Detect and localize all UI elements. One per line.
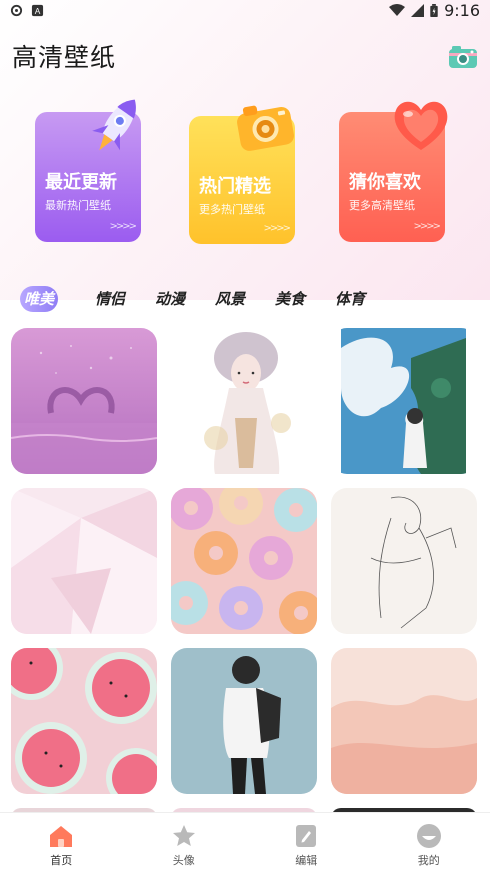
- signal-icon: [411, 3, 425, 17]
- nav-label: 头像: [172, 853, 195, 867]
- profile-icon: [416, 823, 441, 848]
- clock: 9:16: [444, 0, 480, 20]
- chevrons-icon: >>>>: [413, 221, 440, 232]
- nav-home[interactable]: 首页: [21, 823, 101, 868]
- card-title: 最近更新: [45, 172, 117, 193]
- wallpaper-thumbnail[interactable]: [331, 648, 477, 794]
- svg-text:A: A: [35, 6, 41, 16]
- wallpaper-thumbnail[interactable]: [171, 328, 317, 474]
- card-subtitle: 最新热门壁纸: [45, 199, 111, 212]
- tab-food[interactable]: 美食: [260, 286, 320, 312]
- nav-label: 编辑: [295, 853, 318, 867]
- battery-icon: [430, 3, 438, 17]
- home-icon: [50, 825, 73, 847]
- wallpaper-thumbnail[interactable]: [171, 648, 317, 794]
- card-subtitle: 更多高清壁纸: [349, 199, 415, 212]
- card-title: 猜你喜欢: [349, 172, 421, 193]
- wifi-icon: [389, 3, 406, 16]
- tab-couple[interactable]: 情侣: [80, 286, 140, 312]
- tab-sports[interactable]: 体育: [320, 286, 380, 312]
- card-subtitle: 更多热门壁纸: [199, 203, 265, 216]
- status-bar: A 9:16: [0, 0, 490, 20]
- wallpaper-thumbnail[interactable]: [171, 488, 317, 634]
- wallpaper-thumbnail[interactable]: [11, 328, 157, 474]
- camera-icon: [237, 105, 294, 151]
- nav-profile[interactable]: 我的: [389, 823, 469, 868]
- category-tabs: 唯美 情侣 动漫 风景 美食 体育: [20, 286, 380, 312]
- tab-scenery[interactable]: 风景: [200, 286, 260, 312]
- nav-label: 我的: [417, 853, 440, 867]
- wallpaper-grid: [11, 328, 479, 818]
- card-title: 热门精选: [199, 176, 271, 197]
- app-header: 高清壁纸: [12, 36, 478, 76]
- bottom-navigation: 首页 头像 编辑 我的: [0, 812, 490, 877]
- tab-anime[interactable]: 动漫: [140, 286, 200, 312]
- wallpaper-thumbnail[interactable]: [11, 488, 157, 634]
- edit-icon: [296, 824, 317, 847]
- chevrons-icon: >>>>: [263, 223, 290, 234]
- wallpaper-thumbnail[interactable]: [11, 648, 157, 794]
- nav-avatar[interactable]: 头像: [144, 823, 224, 868]
- heart-icon: [394, 101, 448, 150]
- star-icon: [172, 824, 195, 846]
- rocket-icon: [92, 99, 136, 151]
- nav-label: 首页: [50, 853, 73, 867]
- nav-edit[interactable]: 编辑: [266, 823, 346, 868]
- wallpaper-thumbnail[interactable]: [331, 488, 477, 634]
- tab-aesthetic[interactable]: 唯美: [20, 286, 58, 312]
- camera-icon[interactable]: [448, 43, 478, 69]
- chevrons-icon: >>>>: [109, 221, 136, 232]
- page-title: 高清壁纸: [12, 43, 117, 72]
- feature-cards: 最近更新 最新热门壁纸 >>>> 热门精选 更多热门壁纸 >>>> 猜你喜欢 更…: [0, 96, 490, 256]
- app-a-icon: A: [31, 4, 44, 16]
- wallpaper-thumbnail[interactable]: [331, 328, 477, 474]
- settings-icon: [10, 4, 23, 16]
